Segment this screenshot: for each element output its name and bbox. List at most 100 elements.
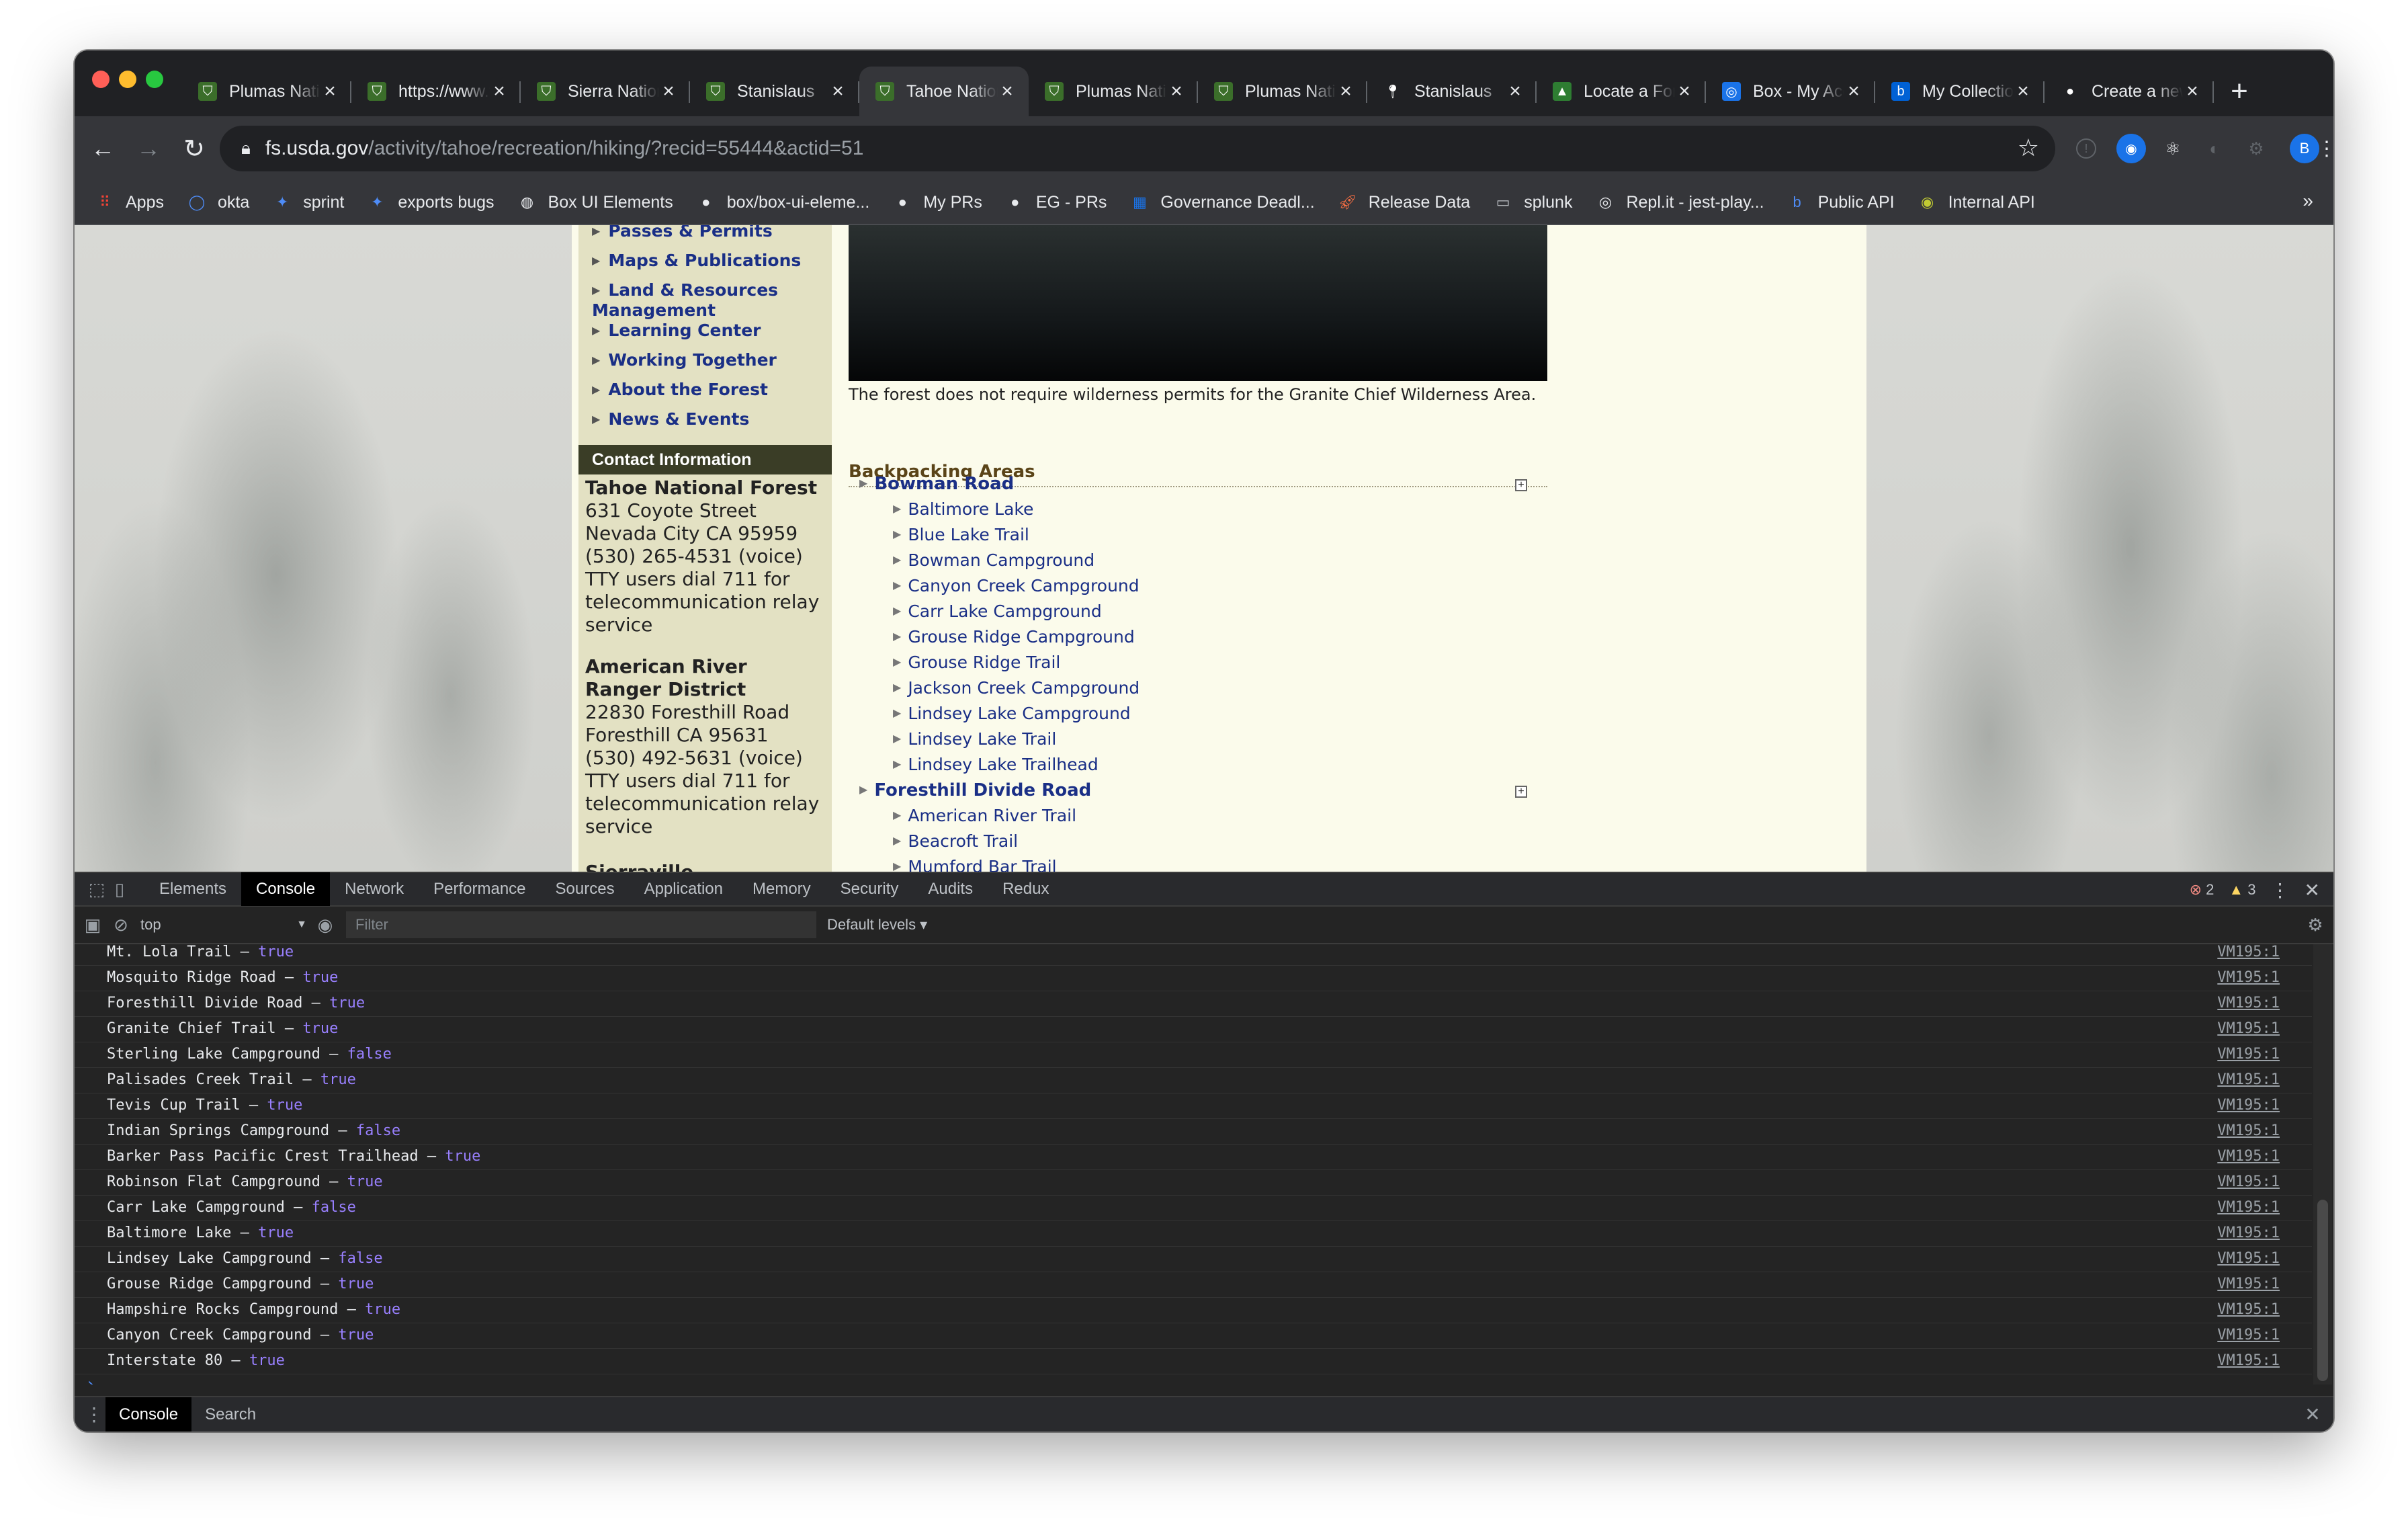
devtools-tab-redux[interactable]: Redux	[988, 872, 1064, 906]
log-source-link[interactable]: VM195:1	[2217, 1196, 2280, 1220]
close-tab-icon[interactable]: ×	[490, 80, 509, 103]
trail-link[interactable]: ▶ Grouse Ridge Trail	[893, 653, 1060, 672]
devtools-tab-network[interactable]: Network	[330, 872, 419, 906]
trail-link[interactable]: ▶ Beacroft Trail	[893, 831, 1018, 851]
trail-link[interactable]: ▶ Lindsey Lake Campground	[893, 704, 1131, 723]
area-bowman-road[interactable]: ▶ Bowman Road	[859, 474, 1014, 494]
bookmark-star-icon[interactable]: ☆	[2018, 134, 2039, 162]
close-drawer-icon[interactable]: ✕	[2301, 1403, 2324, 1426]
menu-kebab-icon[interactable]: ⋮	[2317, 134, 2333, 163]
drawer-tab-console[interactable]: Console	[105, 1397, 192, 1432]
nav-item-6[interactable]: ▶ About the Forest	[592, 380, 768, 400]
log-source-link[interactable]: VM195:1	[2217, 1247, 2280, 1271]
log-source-link[interactable]: VM195:1	[2217, 944, 2280, 964]
nav-item-4[interactable]: ▶ Learning Center	[592, 321, 761, 341]
console-filter-input[interactable]: Filter	[346, 911, 816, 938]
log-source-link[interactable]: VM195:1	[2217, 966, 2280, 990]
log-source-link[interactable]: VM195:1	[2217, 1042, 2280, 1067]
close-tab-icon[interactable]: ×	[828, 80, 847, 103]
trail-link[interactable]: ▶ Carr Lake Campground	[893, 602, 1102, 621]
nav-item-1[interactable]: ▶ Passes & Permits	[592, 225, 773, 241]
close-tab-icon[interactable]: ×	[2183, 80, 2202, 103]
tab-1[interactable]: ⛉ Plumas National Forest×	[182, 67, 351, 116]
context-selector[interactable]: top ▼	[132, 911, 314, 938]
drawer-menu-icon[interactable]: ⋮	[83, 1403, 105, 1426]
log-levels-dropdown[interactable]: Default levels ▾	[827, 916, 927, 934]
blue-circle-extension-icon[interactable]: ◉	[2116, 134, 2146, 163]
devtools-tab-application[interactable]: Application	[630, 872, 738, 906]
info-extension-icon[interactable]: !	[2076, 138, 2096, 159]
devtools-tab-elements[interactable]: Elements	[144, 872, 241, 906]
bookmark-okta[interactable]: ◯ okta	[187, 192, 250, 212]
nav-item-7[interactable]: ▶ News & Events	[592, 409, 749, 429]
tab-8[interactable]: 📍︎ Stanislaus ×	[1367, 67, 1537, 116]
log-source-link[interactable]: VM195:1	[2217, 1349, 2280, 1373]
error-count[interactable]: ⊗ 2	[2190, 881, 2214, 899]
close-tab-icon[interactable]: ×	[1336, 80, 1355, 103]
close-tab-icon[interactable]: ×	[659, 80, 678, 103]
tab-5[interactable]: ⛉ Tahoe National Forest×	[859, 67, 1029, 116]
forward-arrow-icon[interactable]: →	[130, 130, 167, 167]
devtools-menu-icon[interactable]: ⋮	[2271, 879, 2290, 901]
zoom-window-button[interactable]	[146, 71, 163, 88]
log-source-link[interactable]: VM195:1	[2217, 1017, 2280, 1041]
expand-toggle-icon[interactable]: +	[1515, 479, 1527, 491]
log-source-link[interactable]: VM195:1	[2217, 1093, 2280, 1118]
devtools-tab-performance[interactable]: Performance	[419, 872, 540, 906]
close-tab-icon[interactable]: ×	[1675, 80, 1694, 103]
nav-item-5[interactable]: ▶ Working Together	[592, 350, 777, 370]
log-source-link[interactable]: VM195:1	[2217, 1298, 2280, 1322]
warning-count[interactable]: ▲ 3	[2229, 881, 2255, 899]
trail-link[interactable]: ▶ Mumford Bar Trail	[893, 857, 1057, 872]
tab-10[interactable]: ◎ Box - My Account×	[1706, 67, 1875, 116]
bookmark-splunk[interactable]: ▭ splunk	[1493, 192, 1573, 212]
tab-4[interactable]: ⛉ Stanislaus ×	[690, 67, 859, 116]
trail-link[interactable]: ▶ Blue Lake Trail	[893, 525, 1029, 544]
nav-item-2[interactable]: ▶ Maps & Publications	[592, 251, 801, 271]
bookmark-repl-it-jest-play[interactable]: ◎ Repl.it - jest-play...	[1595, 192, 1764, 212]
trail-link[interactable]: ▶ Baltimore Lake	[893, 499, 1033, 519]
trail-link[interactable]: ▶ American River Trail	[893, 806, 1076, 825]
device-toolbar-icon[interactable]: ▯	[108, 878, 131, 901]
bookmark-release-data[interactable]: 🚀︎ Release Data	[1338, 192, 1470, 212]
profile-avatar[interactable]: B	[2290, 134, 2319, 163]
trail-link[interactable]: ▶ Bowman Campground	[893, 550, 1094, 570]
new-tab-plus-icon[interactable]: +	[2219, 67, 2260, 116]
inspect-element-icon[interactable]: ⬚	[85, 878, 108, 901]
drawer-tab-search[interactable]: Search	[191, 1397, 269, 1432]
log-source-link[interactable]: VM195:1	[2217, 1323, 2280, 1348]
tab-7[interactable]: ⛉ Plumas National Forest×	[1198, 67, 1367, 116]
devtools-tab-sources[interactable]: Sources	[541, 872, 630, 906]
trail-link[interactable]: ▶ Jackson Creek Campground	[893, 678, 1140, 698]
log-source-link[interactable]: VM195:1	[2217, 1145, 2280, 1169]
bookmark-governance-deadl[interactable]: ▦ Governance Deadl...	[1129, 192, 1315, 212]
back-arrow-icon[interactable]: ←	[84, 130, 122, 167]
bookmark-public-api[interactable]: b Public API	[1787, 192, 1894, 212]
live-expression-eye-icon[interactable]: ◉	[314, 913, 337, 936]
github-extension-icon[interactable]: ◐	[2200, 134, 2229, 163]
react-extension-icon[interactable]: ⚛	[2158, 134, 2188, 163]
bookmark-exports-bugs[interactable]: ✦ exports bugs	[367, 192, 494, 212]
close-tab-icon[interactable]: ×	[320, 80, 339, 103]
devtools-tab-security[interactable]: Security	[826, 872, 914, 906]
trail-link[interactable]: ▶ Grouse Ridge Campground	[893, 627, 1135, 647]
tab-6[interactable]: ⛉ Plumas National Forest×	[1029, 67, 1198, 116]
sidebar-toggle-icon[interactable]: ▣	[81, 913, 104, 936]
address-bar[interactable]: 🔒︎ fs.usda.gov/activity/tahoe/recreation…	[220, 126, 2055, 171]
trail-link[interactable]: ▶ Lindsey Lake Trail	[893, 729, 1056, 749]
devtools-tab-audits[interactable]: Audits	[913, 872, 988, 906]
log-source-link[interactable]: VM195:1	[2217, 1119, 2280, 1143]
close-devtools-icon[interactable]: ✕	[2305, 879, 2320, 901]
settings-extension-icon[interactable]: ⚙	[2241, 134, 2271, 163]
nav-item-3[interactable]: ▶ Land & Resources Management	[592, 280, 820, 321]
close-tab-icon[interactable]: ×	[1167, 80, 1186, 103]
close-tab-icon[interactable]: ×	[2014, 80, 2032, 103]
close-tab-icon[interactable]: ×	[1506, 80, 1524, 103]
bookmark-apps[interactable]: ⠿ Apps	[95, 192, 164, 212]
bookmark-box-box-ui-eleme[interactable]: ● box/box-ui-eleme...	[696, 192, 869, 212]
console-prompt[interactable]: ›	[85, 1374, 96, 1384]
clear-console-icon[interactable]: ⊘	[110, 913, 132, 936]
close-tab-icon[interactable]: ×	[998, 80, 1017, 103]
bookmark-box-ui-elements[interactable]: ◍ Box UI Elements	[517, 192, 673, 212]
tab-11[interactable]: b My Collections×	[1875, 67, 2045, 116]
